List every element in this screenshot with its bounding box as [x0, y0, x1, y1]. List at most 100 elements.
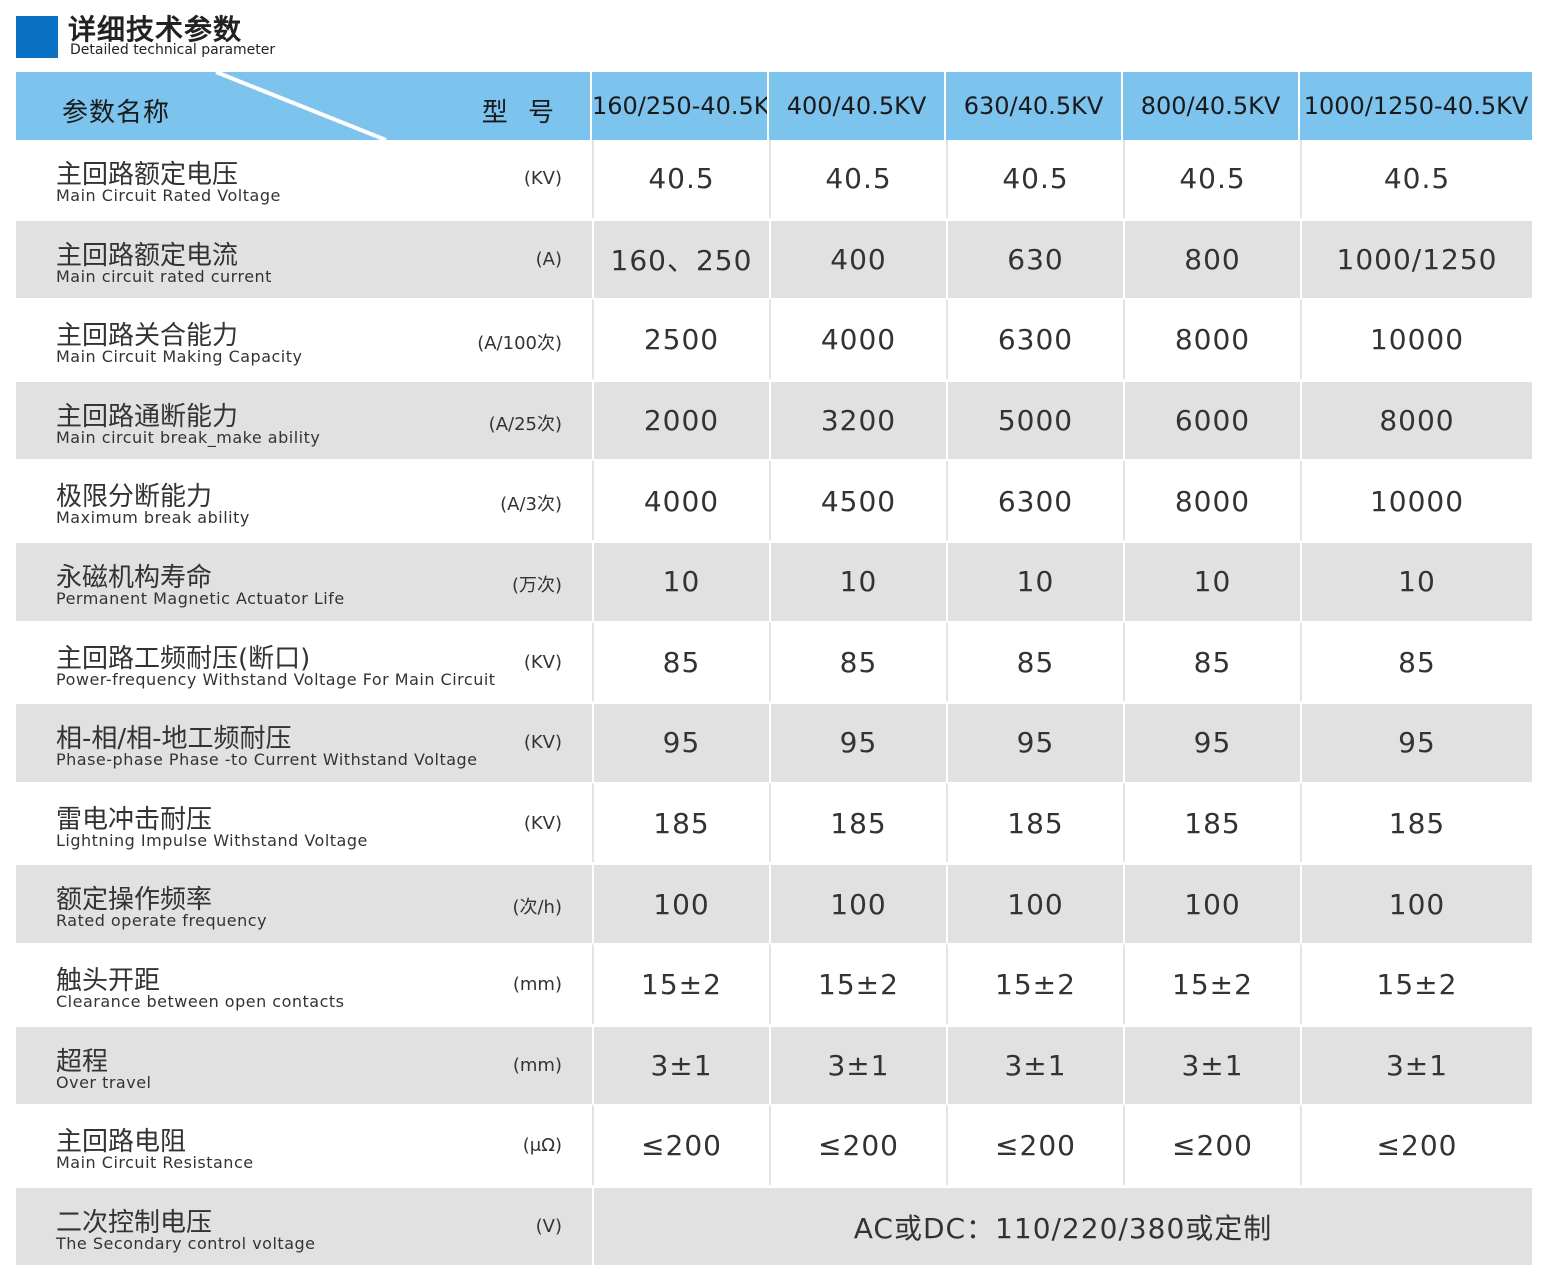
- param-name-en: The Secondary control voltage: [56, 1233, 316, 1253]
- spec-table: 参数名称 型 号 160/250-40.5KV 400/40.5KV 630/4…: [16, 72, 1532, 1265]
- table-row: 主回路额定电流 Main circuit rated current (A) 1…: [16, 217, 1532, 299]
- param-unit: (KV): [523, 732, 562, 754]
- param-unit: (A/25次): [488, 413, 562, 435]
- param-unit: (μΩ): [522, 1135, 562, 1157]
- value-cell: 185: [946, 781, 1123, 863]
- value-cell: ≤200: [1300, 1104, 1532, 1185]
- param-unit: (KV): [523, 168, 562, 189]
- param-name-en: Rated operate frequency: [56, 911, 268, 931]
- param-unit: (mm): [512, 1054, 562, 1076]
- value-cell: ≤200: [946, 1104, 1123, 1185]
- param-name-en: Main Circuit Making Capacity: [56, 347, 303, 367]
- table-row: 主回路电阻 Main Circuit Resistance (μΩ) ≤200 …: [16, 1104, 1532, 1185]
- param-cell: 相-相/相-地工频耐压 Phase-phase Phase -to Curren…: [16, 701, 592, 782]
- table-row: 触头开距 Clearance between open contacts (mm…: [16, 942, 1532, 1024]
- value-cell: 800: [1123, 217, 1300, 299]
- table-row: 极限分断能力 Maximum break ability (A/3次) 4000…: [16, 459, 1532, 540]
- value-cell: 95: [1300, 701, 1532, 782]
- value-cell: 6300: [946, 298, 1123, 379]
- value-cell: 40.5: [592, 140, 769, 218]
- value-cell: 3±1: [1123, 1023, 1300, 1105]
- value-cell: 100: [592, 862, 769, 943]
- value-cell: 6000: [1123, 378, 1300, 460]
- value-cell: 10000: [1300, 459, 1532, 540]
- value-cell: 3200: [769, 378, 946, 460]
- param-name-en: Permanent Magnetic Actuator Life: [56, 588, 345, 608]
- value-cell: 85: [769, 620, 946, 702]
- value-cell: 10: [769, 539, 946, 621]
- value-cell: 3±1: [592, 1023, 769, 1105]
- param-name-en: Clearance between open contacts: [56, 991, 345, 1011]
- value-cell: 10: [946, 539, 1123, 621]
- value-cell: 40.5: [769, 140, 946, 218]
- merged-value-cell: AC或DC：110/220/380或定制: [592, 1184, 1532, 1265]
- value-cell: 15±2: [946, 942, 1123, 1024]
- param-name-en: Over travel: [56, 1072, 152, 1092]
- param-unit: (A/100次): [477, 333, 562, 355]
- value-cell: 185: [769, 781, 946, 863]
- value-cell: 95: [592, 701, 769, 782]
- value-cell: 100: [946, 862, 1123, 943]
- param-unit: (KV): [523, 651, 562, 673]
- param-name-en: Lightning Impulse Withstand Voltage: [56, 830, 368, 850]
- table-row: 永磁机构寿命 Permanent Magnetic Actuator Life …: [16, 539, 1532, 621]
- param-name-label: 参数名称: [62, 98, 171, 128]
- value-cell: 400: [769, 217, 946, 299]
- value-cell: 10: [1123, 539, 1300, 621]
- table-row: 雷电冲击耐压 Lightning Impulse Withstand Volta…: [16, 781, 1532, 863]
- value-cell: 95: [946, 701, 1123, 782]
- value-cell: 8000: [1123, 298, 1300, 379]
- value-cell: 40.5: [1123, 140, 1300, 218]
- table-row: 二次控制电压 The Secondary control voltage (V)…: [16, 1184, 1532, 1265]
- value-cell: 185: [1300, 781, 1532, 863]
- model-header: 160/250-40.5KV: [592, 72, 769, 140]
- table-row: 主回路关合能力 Main Circuit Making Capacity (A/…: [16, 298, 1532, 379]
- value-cell: 3±1: [769, 1023, 946, 1105]
- table-row: 主回路通断能力 Main circuit break_make ability …: [16, 378, 1532, 460]
- param-name-en: Main circuit break_make ability: [56, 427, 321, 447]
- param-cell: 触头开距 Clearance between open contacts (mm…: [16, 942, 592, 1024]
- param-cell: 永磁机构寿命 Permanent Magnetic Actuator Life …: [16, 539, 592, 621]
- table-row: 超程 Over travel (mm) 3±1 3±1 3±1 3±1 3±1: [16, 1023, 1532, 1105]
- value-cell: 4500: [769, 459, 946, 540]
- value-cell: ≤200: [592, 1104, 769, 1185]
- param-cell: 主回路通断能力 Main circuit break_make ability …: [16, 378, 592, 460]
- value-cell: 6300: [946, 459, 1123, 540]
- value-cell: 85: [946, 620, 1123, 702]
- param-name-en: Power-frequency Withstand Voltage For Ma…: [56, 669, 496, 689]
- param-unit: (mm): [512, 973, 562, 995]
- title-square-icon: [16, 16, 58, 58]
- value-cell: 5000: [946, 378, 1123, 460]
- value-cell: 8000: [1300, 378, 1532, 460]
- value-cell: 100: [1300, 862, 1532, 943]
- header-corner-cell: 参数名称 型 号: [16, 72, 592, 140]
- value-cell: 160、250: [592, 217, 769, 299]
- param-unit: (次/h): [512, 897, 562, 919]
- value-cell: ≤200: [769, 1104, 946, 1185]
- value-cell: 40.5: [1300, 140, 1532, 218]
- value-cell: 100: [769, 862, 946, 943]
- model-label: 型 号: [481, 98, 560, 128]
- param-cell: 额定操作频率 Rated operate frequency (次/h): [16, 862, 592, 943]
- param-cell: 主回路工频耐压(断口) Power-frequency Withstand Vo…: [16, 620, 592, 702]
- value-cell: 4000: [592, 459, 769, 540]
- value-cell: 10000: [1300, 298, 1532, 379]
- param-name-en: Main Circuit Rated Voltage: [56, 186, 281, 205]
- param-unit: (KV): [523, 812, 562, 834]
- value-cell: 2000: [592, 378, 769, 460]
- value-cell: 10: [592, 539, 769, 621]
- value-cell: 10: [1300, 539, 1532, 621]
- value-cell: 15±2: [1300, 942, 1532, 1024]
- param-cell: 主回路额定电流 Main circuit rated current (A): [16, 217, 592, 299]
- value-cell: 85: [1300, 620, 1532, 702]
- model-header: 800/40.5KV: [1123, 72, 1300, 140]
- param-cell: 二次控制电压 The Secondary control voltage (V): [16, 1184, 592, 1265]
- value-cell: 100: [1123, 862, 1300, 943]
- value-cell: 95: [769, 701, 946, 782]
- value-cell: 3±1: [1300, 1023, 1532, 1105]
- param-name-en: Main Circuit Resistance: [56, 1153, 254, 1173]
- title-english: Detailed technical parameter: [70, 42, 276, 58]
- value-cell: 15±2: [769, 942, 946, 1024]
- param-cell: 极限分断能力 Maximum break ability (A/3次): [16, 459, 592, 540]
- model-header: 1000/1250-40.5KV: [1300, 72, 1532, 140]
